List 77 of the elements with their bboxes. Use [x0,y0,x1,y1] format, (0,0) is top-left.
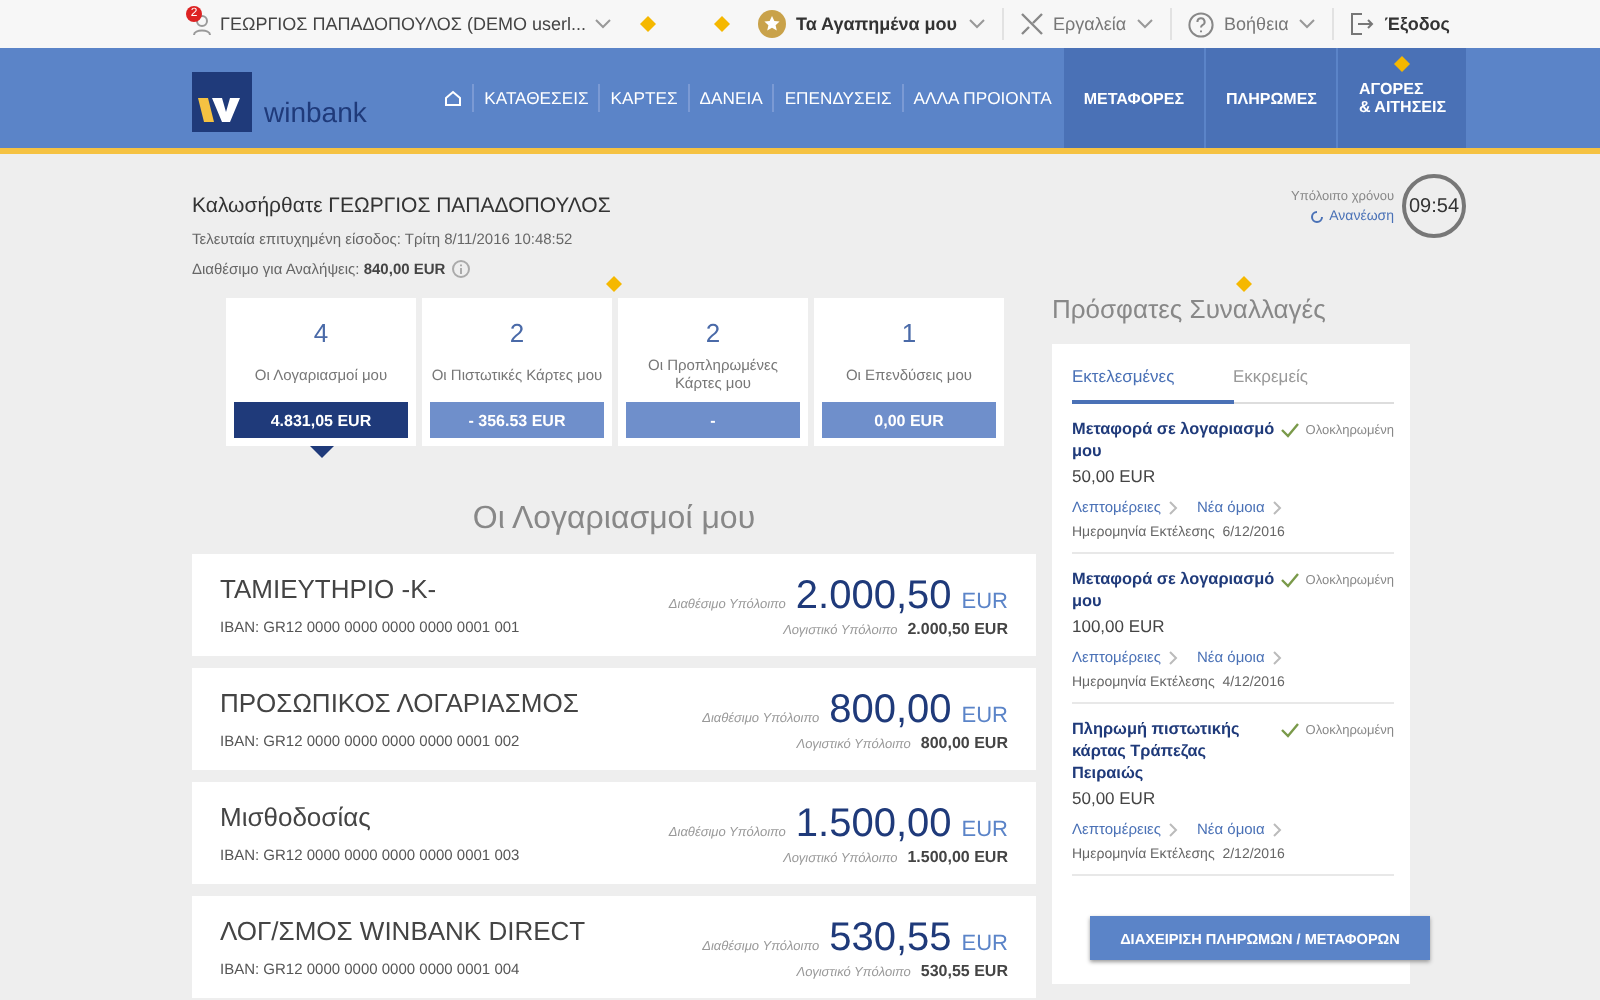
nav-link[interactable]: ΕΠΕΝΔΥΣΕΙΣ [772,84,902,112]
account-name: ΠΡΟΣΩΠΙΚΟΣ ΛΟΓΑΡΙΑΣΜΟΣ [220,688,579,718]
top-menu-item[interactable]: Βοήθεια [1224,14,1289,34]
info-icon[interactable] [451,260,470,278]
check-icon [1279,572,1300,588]
chevron-right-icon [1168,649,1179,665]
summary-count: 1 [901,318,917,348]
currency-label: EUR [961,703,1008,727]
chevron-right-icon [1272,649,1283,665]
currency-label: EUR [961,817,1008,841]
pointer-icon [310,446,334,458]
account-name: ΤΑΜΙΕΥΤΗΡΙΟ -Κ- [220,574,439,604]
section-title: Πρόσφατες Συναλλαγές [1052,294,1326,324]
top-menu-item[interactable]: Έξοδος [1384,14,1450,34]
chevron-right-icon [1168,499,1179,515]
nav-link[interactable]: ΚΑΤΑΘΕΣΕΙΣ [472,84,599,112]
summary-amount: - [626,402,800,438]
chevron-right-icon [1272,499,1283,515]
help-icon [1188,11,1215,37]
currency-label: EUR [961,589,1008,613]
nav-tab[interactable]: ΑΓΟΡΕΣ & ΑΙΤΗΣΕΙΣ [1338,48,1466,148]
ledger-balance: 1.500,00 EUR [907,847,1008,865]
logo-icon [192,72,252,132]
tab[interactable]: Εκκρεμείς [1233,344,1394,404]
account-name: Μισθοδοσίας [220,802,373,832]
tools-icon [1019,12,1043,36]
summary-count: 4 [313,318,329,348]
logo-text: winbank [264,96,367,128]
nav-tab[interactable]: ΜΕΤΑΦΟΡΕΣ [1063,48,1205,148]
summary-amount: 0,00 EUR [822,402,996,438]
refresh-icon [1309,209,1324,223]
ledger-balance: 2.000,50 EUR [907,619,1008,637]
nav-tab[interactable]: ΠΛΗΡΩΜΕΣ [1206,48,1337,148]
top-menu-item[interactable]: Τα Αγαπημένα μου [796,14,957,34]
chevron-down-icon [1298,18,1317,30]
summary-amount: - 356.53 EUR [430,402,604,438]
chevron-down-icon [967,18,985,30]
ledger-balance: 800,00 EUR [920,733,1008,751]
tab[interactable]: Εκτελεσμένες [1072,344,1233,404]
diamond-icon [714,16,731,32]
available-balance: 530,55 [829,915,952,961]
summary-count: 2 [705,318,721,348]
chevron-down-icon [593,18,612,30]
transaction-amount: 50,00 EUR [1072,788,1158,808]
check-icon [1279,422,1300,438]
diamond-icon [606,276,622,292]
user-name[interactable]: ΓΕΩΡΓΙΟΣ ΠΑΠΑΔΟΠΟΥΛΟΣ (DEMO userl... [220,14,586,34]
currency-label: EUR [961,931,1008,955]
logout-icon [1350,12,1375,36]
ledger-balance: 530,55 EUR [920,961,1008,979]
nav-link[interactable]: ΔΑΝΕΙΑ [687,84,773,112]
home-icon[interactable] [444,90,463,106]
account-name: ΛΟΓ/ΣΜΟΣ WINBANK DIRECT [220,916,586,946]
available-balance: 800,00 [829,687,952,733]
chevron-right-icon [1272,821,1283,837]
transaction-title[interactable]: Πληρωμή πιστωτικής κάρτας Τράπεζας Πειραιώς [1072,718,1280,784]
transaction-amount: 100,00 EUR [1072,616,1167,636]
available-balance: 1.500,00 [795,801,952,847]
summary-amount: 4.831,05 EUR [234,402,408,438]
diamond-icon [1236,276,1252,292]
chevron-right-icon [1168,821,1179,837]
session-timer: 09:54 [1402,174,1466,238]
transaction-amount: 50,00 EUR [1072,466,1158,486]
chevron-down-icon [1136,18,1155,30]
diamond-icon [639,16,656,32]
nav-link[interactable]: ΚΑΡΤΕΣ [598,84,688,112]
transaction-title[interactable]: Μεταφορά σε λογαριασμό μου [1072,418,1280,462]
diamond-icon [1394,56,1411,72]
nav-link[interactable]: ΑΛΛΑ ΠΡΟΙΟΝΤΑ [901,84,1062,112]
section-title: Οι Λογαριασμοί μου [470,502,758,538]
transaction-title[interactable]: Μεταφορά σε λογαριασμό μου [1072,568,1280,612]
available-balance: 2.000,50 [795,573,952,619]
top-menu-item[interactable]: Εργαλεία [1053,14,1127,34]
check-icon [1279,722,1300,738]
user-icon [192,13,212,35]
welcome-title: Καλωσήρθατε ΓΕΩΡΓΙΟΣ ΠΑΠΑΔΟΠΟΥΛΟΣ [192,194,613,218]
summary-count: 2 [509,318,525,348]
